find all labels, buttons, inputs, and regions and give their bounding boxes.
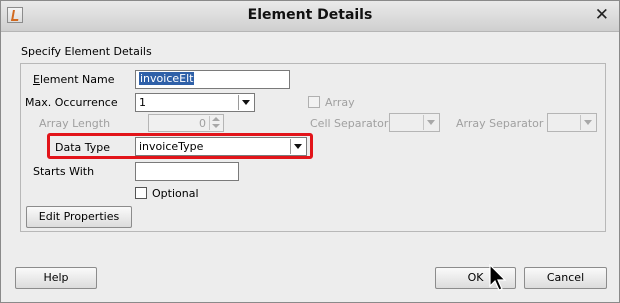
help-button[interactable]: Help bbox=[15, 267, 97, 289]
array-separator-label: Array Separator bbox=[456, 117, 544, 130]
array-length-label: Array Length bbox=[39, 117, 111, 130]
dialog-title: Element Details bbox=[247, 7, 373, 23]
close-icon[interactable]: ✕ bbox=[595, 5, 609, 25]
cell-separator-label: Cell Separator bbox=[310, 117, 389, 130]
max-occurrence-combo[interactable]: 1 bbox=[135, 93, 255, 112]
element-name-field[interactable]: invoiceElt bbox=[135, 70, 290, 89]
chevron-down-icon[interactable] bbox=[580, 115, 595, 130]
chevron-down-icon[interactable] bbox=[290, 139, 305, 154]
cell-separator-combo[interactable] bbox=[389, 113, 440, 132]
mouse-pointer-icon bbox=[489, 264, 507, 291]
array-checkbox[interactable] bbox=[308, 96, 320, 108]
edit-properties-button[interactable]: Edit Properties bbox=[26, 206, 132, 228]
max-occurrence-label: Max. Occurrence bbox=[25, 96, 118, 109]
starts-with-label: Starts With bbox=[33, 165, 95, 178]
spin-down-icon[interactable] bbox=[209, 123, 222, 130]
spin-up-icon[interactable] bbox=[209, 116, 222, 123]
cancel-button[interactable]: Cancel bbox=[524, 267, 607, 289]
array-label: Array bbox=[325, 96, 355, 109]
array-length-value: 0 bbox=[199, 117, 206, 130]
optional-checkbox[interactable] bbox=[135, 187, 147, 199]
chevron-down-icon[interactable] bbox=[238, 95, 253, 110]
data-type-combo[interactable]: invoiceType bbox=[135, 137, 307, 156]
element-name-label-text: lement Name bbox=[39, 73, 115, 86]
array-length-spinner[interactable]: 0 bbox=[148, 114, 224, 132]
dialog-window: Element Details ✕ Specify Element Detail… bbox=[0, 0, 620, 303]
data-type-label: Data Type bbox=[55, 141, 111, 154]
section-label: Specify Element Details bbox=[21, 45, 152, 58]
max-occurrence-value: 1 bbox=[139, 96, 146, 109]
element-name-label: Element Name bbox=[33, 73, 115, 86]
data-type-value: invoiceType bbox=[139, 140, 204, 153]
array-separator-combo[interactable] bbox=[547, 113, 597, 132]
title-bar[interactable]: Element Details ✕ bbox=[1, 1, 619, 32]
optional-label: Optional bbox=[152, 187, 199, 200]
starts-with-field[interactable] bbox=[135, 162, 239, 181]
chevron-down-icon[interactable] bbox=[423, 115, 438, 130]
element-name-value: invoiceElt bbox=[139, 72, 195, 85]
